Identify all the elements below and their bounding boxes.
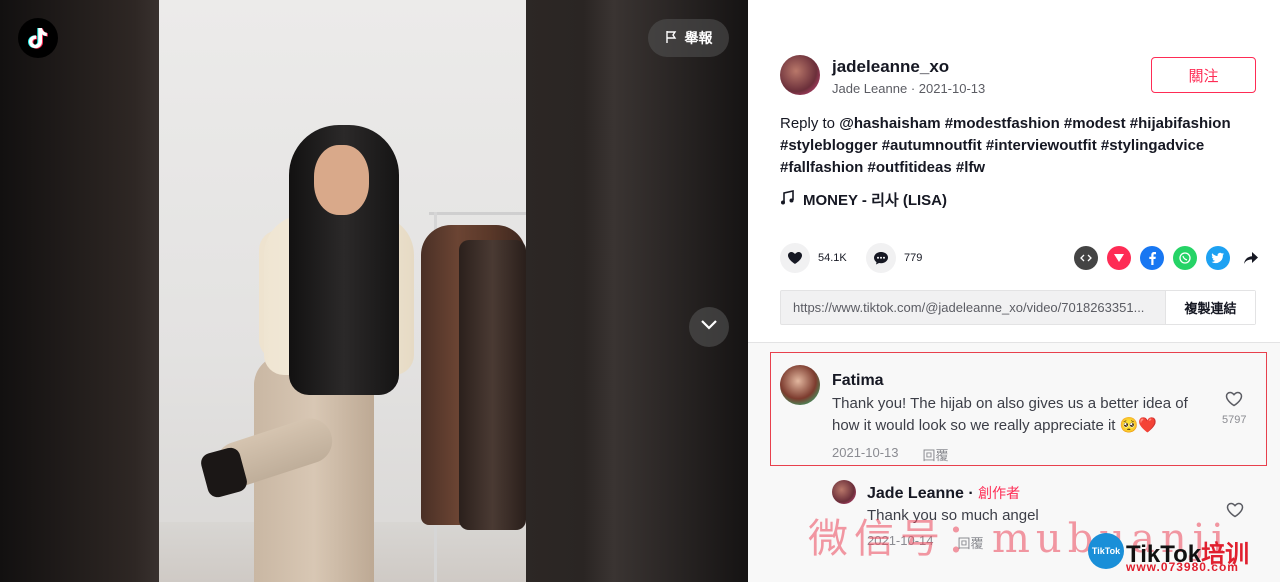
video-link-box: https://www.tiktok.com/@jadeleanne_xo/vi… xyxy=(780,290,1256,325)
like-count: 54.1K xyxy=(818,252,847,264)
report-button[interactable]: 舉報 xyxy=(648,19,729,57)
reply-author-line: Jade Leanne · 創作者 xyxy=(867,483,1020,503)
hashtag[interactable]: #outfitideas xyxy=(868,159,952,176)
hashtag[interactable]: #autumnoutfit xyxy=(882,137,982,154)
music-link[interactable]: MONEY - 리사 (LISA) xyxy=(780,189,947,210)
video-frame[interactable] xyxy=(159,0,526,582)
video-info-panel: jadeleanne_xo Jade Leanne · 2021-10-13 關… xyxy=(748,0,1280,582)
facebook-icon[interactable] xyxy=(1140,246,1164,270)
like-stat[interactable]: 54.1K xyxy=(780,243,847,273)
music-note-icon xyxy=(780,189,794,210)
commenter-name[interactable]: Fatima xyxy=(832,372,884,390)
reply-author-name[interactable]: Jade Leanne xyxy=(867,485,964,502)
comment-stat[interactable]: 779 xyxy=(866,243,922,273)
tiktok-video-page: 舉報 jadeleanne_xo Jade Leanne · 2021-10-1… xyxy=(0,0,1280,582)
creator-badge: 創作者 xyxy=(978,485,1021,501)
video-description: Reply to @hashaisham #modestfashion #mod… xyxy=(780,113,1250,179)
hashtag[interactable]: #fallfashion xyxy=(780,159,863,176)
comment-text-line: how it would look so we really appreciat… xyxy=(832,417,1157,434)
person-face xyxy=(314,145,369,215)
next-video-button[interactable] xyxy=(689,307,729,347)
reply-author-avatar[interactable] xyxy=(832,480,856,504)
hashtag[interactable]: #interviewoutfit xyxy=(986,137,1097,154)
chevron-down-icon xyxy=(700,318,718,336)
reply-button[interactable]: 回覆 xyxy=(923,445,949,464)
subline-separator: · xyxy=(910,81,919,96)
comment-like-count: 5797 xyxy=(1222,414,1247,426)
dark-coat xyxy=(459,240,526,530)
hashtag[interactable]: #styleblogger xyxy=(780,137,878,154)
watermark-site: www.073980.com xyxy=(1126,560,1239,574)
share-arrow-icon[interactable] xyxy=(1239,246,1263,270)
hashtag[interactable]: #modest xyxy=(1064,115,1126,132)
author-display-name: Jade Leanne xyxy=(832,81,908,96)
comment-text-line: Thank you! The hijab on also gives us a … xyxy=(832,395,1188,412)
author-username[interactable]: jadeleanne_xo xyxy=(832,57,949,77)
comment-count: 779 xyxy=(904,252,923,264)
copy-link-button[interactable]: 複製連結 xyxy=(1165,291,1255,324)
reply-author-separator: · xyxy=(968,485,974,502)
flag-icon xyxy=(665,30,679,47)
commenter-avatar[interactable] xyxy=(780,365,820,405)
watermark-logo: TikTok xyxy=(1088,533,1124,569)
whatsapp-icon[interactable] xyxy=(1173,246,1197,270)
embed-icon[interactable] xyxy=(1074,246,1098,270)
hashtag[interactable]: #modestfashion xyxy=(945,115,1060,132)
comment-icon[interactable] xyxy=(866,243,896,273)
video-player[interactable]: 舉報 xyxy=(0,0,748,582)
comment-like[interactable]: 5797 xyxy=(1222,391,1246,426)
author-avatar[interactable] xyxy=(780,55,820,95)
hashtag[interactable]: #stylingadvice xyxy=(1101,137,1204,154)
post-date: 2021-10-13 xyxy=(918,81,986,96)
comment-text: Thank you! The hijab on also gives us a … xyxy=(832,393,1188,437)
mention-link[interactable]: @hashaisham xyxy=(839,115,940,132)
comment-date: 2021-10-13 xyxy=(832,445,899,460)
hashtag[interactable]: #hijabifashion xyxy=(1130,115,1231,132)
author-subline: Jade Leanne · 2021-10-13 xyxy=(832,81,985,96)
clothing-rack xyxy=(429,212,526,215)
heart-outline-icon[interactable] xyxy=(1225,391,1243,410)
reply-prefix: Reply to xyxy=(780,115,836,132)
video-link-url[interactable]: https://www.tiktok.com/@jadeleanne_xo/vi… xyxy=(781,291,1165,324)
comment-meta: 2021-10-13 回覆 xyxy=(832,445,949,464)
tiktok-logo-icon[interactable] xyxy=(18,18,58,58)
hashtag[interactable]: #lfw xyxy=(956,159,985,176)
heart-icon[interactable] xyxy=(780,243,810,273)
twitter-icon[interactable] xyxy=(1206,246,1230,270)
send-icon[interactable] xyxy=(1107,246,1131,270)
report-label: 舉報 xyxy=(684,30,713,46)
music-title: MONEY - 리사 (LISA) xyxy=(803,192,947,209)
share-bar xyxy=(1074,246,1263,270)
follow-button[interactable]: 關注 xyxy=(1151,57,1256,93)
